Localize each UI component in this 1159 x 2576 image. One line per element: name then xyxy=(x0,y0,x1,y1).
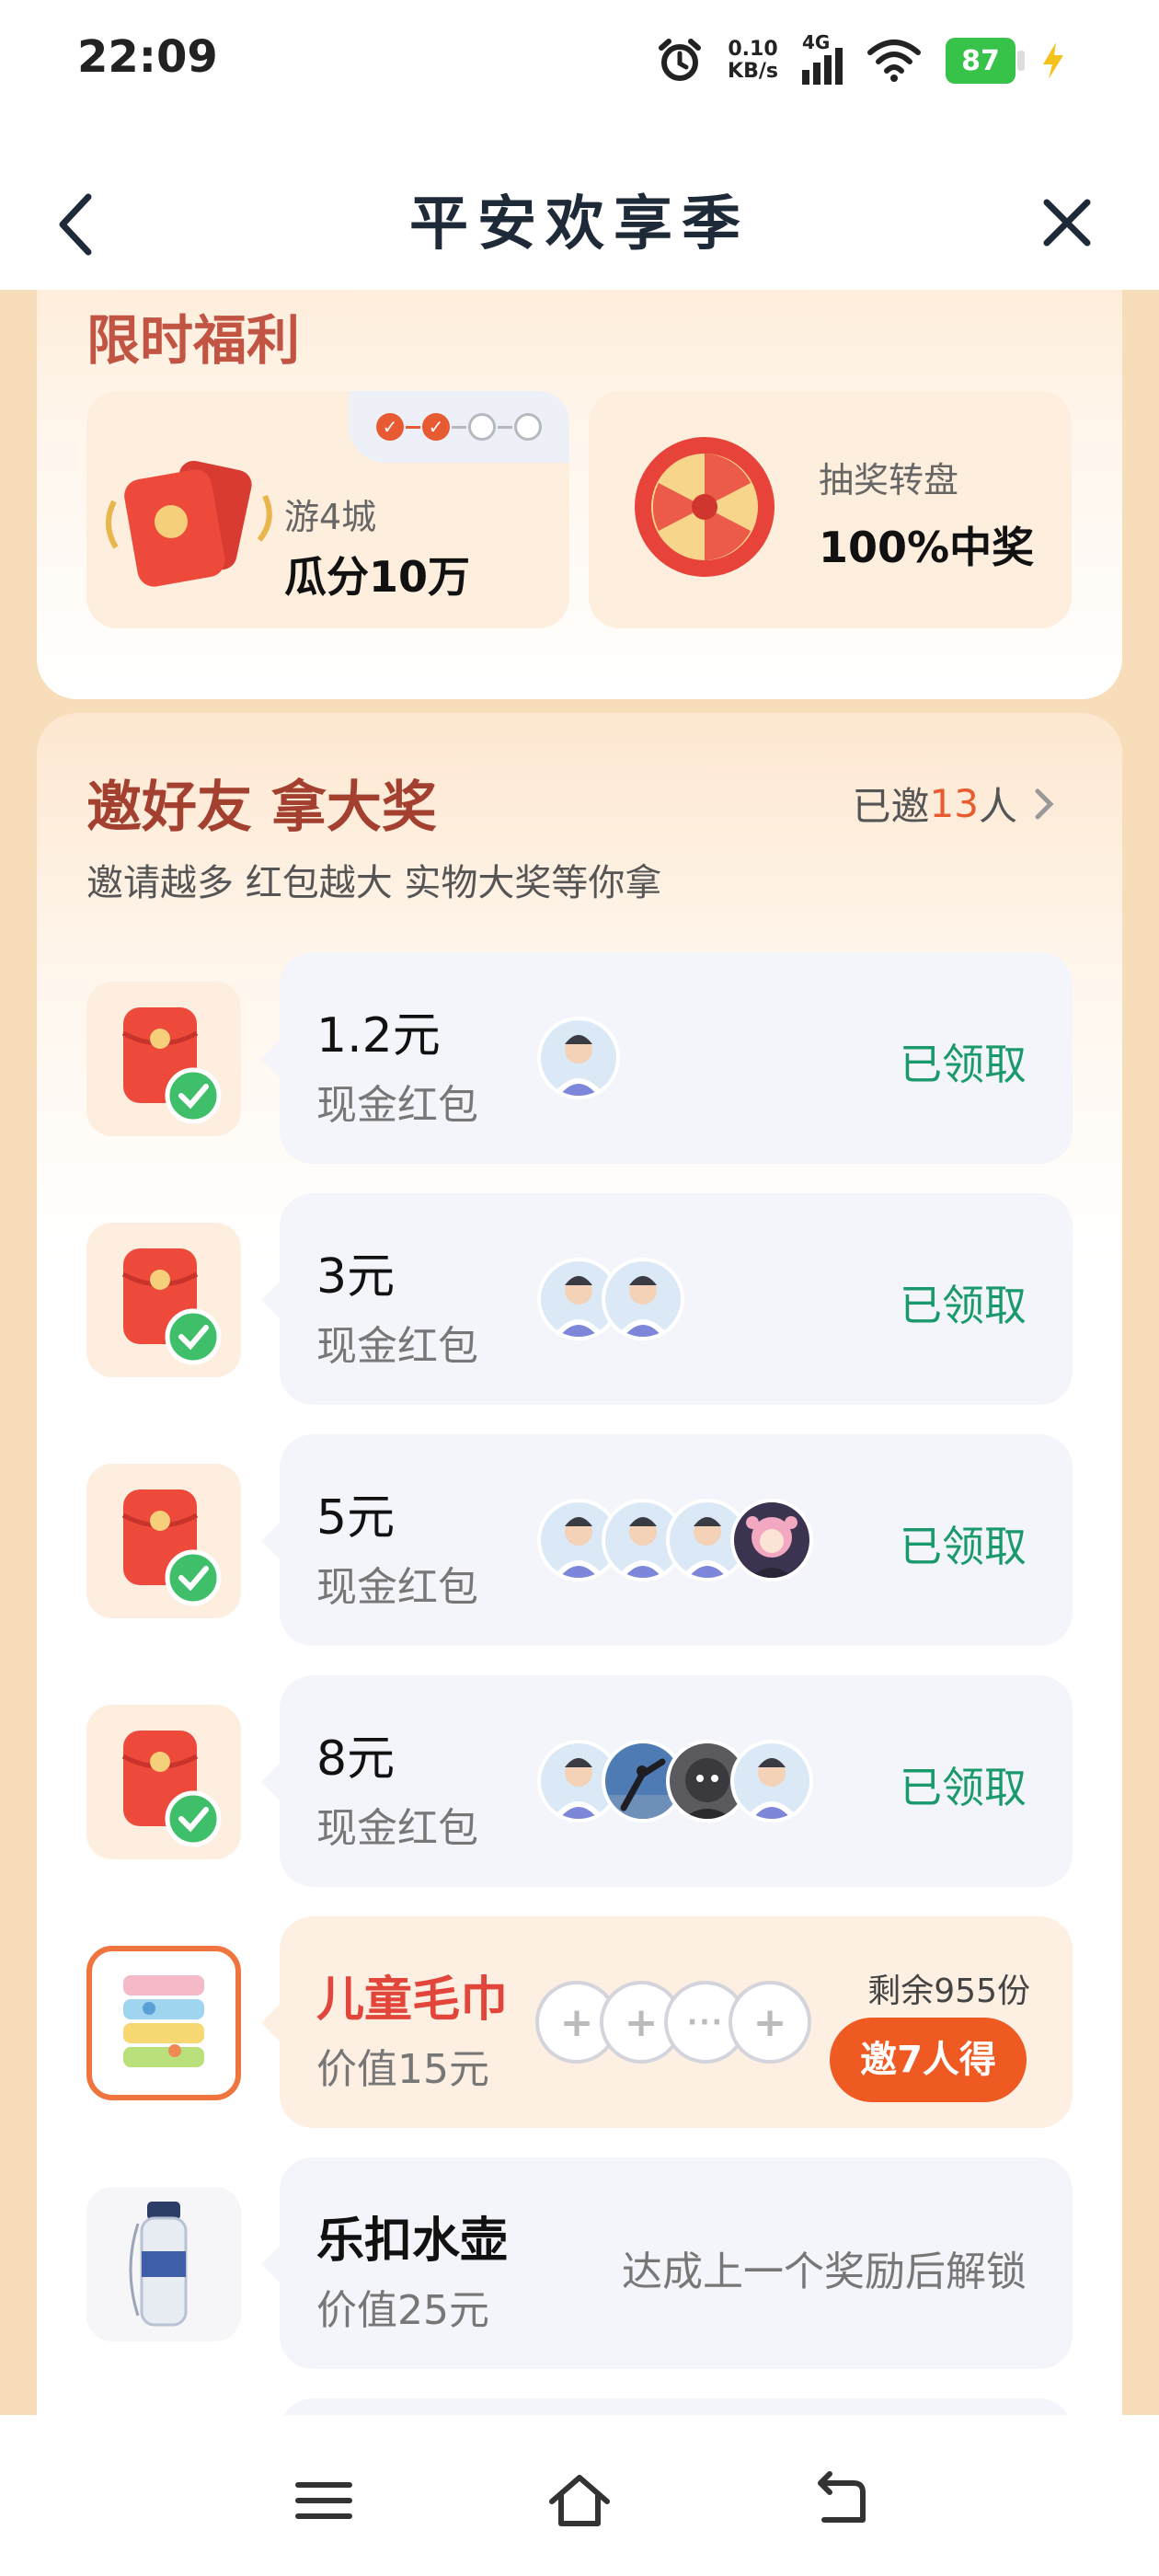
invitee-avatars xyxy=(537,1017,620,1101)
reward-amount: 8元 xyxy=(316,1731,396,1787)
towel-icon xyxy=(123,1975,204,2067)
reward-value: 价值15元 xyxy=(316,2046,489,2093)
city-progress: ✓ ✓ xyxy=(349,391,569,463)
invited-count-link[interactable]: 已邀 13 人 xyxy=(853,776,1058,832)
invited-prefix: 已邀 xyxy=(852,784,930,829)
limited-welfare-card: 限时福利 ✓ ✓ 游4城 瓜分10万 抽奖转盘 100%中奖 xyxy=(37,290,1122,699)
progress-dot-done: ✓ xyxy=(376,413,404,441)
progress-dot-empty xyxy=(514,413,542,441)
invite-friends-card: 邀好友 拿大奖 邀请越多 红包越大 实物大奖等你拿 已邀 13 人 1.2元 现… xyxy=(37,713,1122,2415)
invite-to-get-button[interactable]: 邀7人得 xyxy=(830,2018,1027,2102)
invited-suffix: 人 xyxy=(978,784,1017,829)
invited-number: 13 xyxy=(929,781,979,826)
alarm-icon xyxy=(659,39,702,81)
reward-row-partial[interactable] xyxy=(86,2398,1073,2415)
red-envelope-thumb xyxy=(86,1464,241,1618)
system-nav-bar xyxy=(0,2415,1159,2576)
invitee-avatars xyxy=(537,1740,813,1824)
avatar xyxy=(730,1740,813,1823)
battery-icon: 87 xyxy=(946,38,1025,84)
tour-cities-tile[interactable]: ✓ ✓ 游4城 瓜分10万 xyxy=(86,391,569,628)
battery-level: 87 xyxy=(961,44,1000,77)
reward-body: 儿童毛巾 价值15元 + + ··· + 剩余955份 邀7人得 xyxy=(261,1916,1073,2128)
claimed-status: 已领取 xyxy=(900,1281,1027,1330)
invitee-avatars xyxy=(537,1499,813,1583)
locked-hint: 达成上一个奖励后解锁 xyxy=(622,2248,1027,2295)
progress-dot-empty xyxy=(468,413,496,441)
charging-icon xyxy=(1043,42,1063,79)
signal-icon: 4G xyxy=(802,31,843,85)
close-icon[interactable] xyxy=(1038,193,1096,252)
avatar xyxy=(730,1499,813,1581)
reward-type: 现金红包 xyxy=(316,1564,478,1611)
header: 平安欢享季 xyxy=(0,120,1159,290)
bottle-thumb xyxy=(86,2187,241,2341)
reward-body: 1.2元 现金红包 已领取 xyxy=(261,952,1073,1164)
remaining-stock: 剩余955份 xyxy=(867,1972,1030,2010)
reward-amount: 1.2元 xyxy=(316,1008,441,1064)
reward-body: 8元 现金红包 已领取 xyxy=(261,1675,1073,1887)
reward-row[interactable]: 5元 现金红包 已领取 xyxy=(86,1434,1073,1646)
lottery-label: 抽奖转盘 xyxy=(819,460,959,500)
reward-amount: 3元 xyxy=(316,1249,396,1305)
claimed-status: 已领取 xyxy=(900,1763,1027,1812)
red-envelope-icon xyxy=(106,460,272,587)
reward-name: 儿童毛巾 xyxy=(316,1972,509,2028)
status-time: 22:09 xyxy=(77,31,218,83)
wifi-icon xyxy=(867,40,921,82)
red-envelope-claimed-icon xyxy=(121,1248,222,1365)
red-envelope-claimed-icon xyxy=(121,1731,222,1847)
avatar xyxy=(537,1017,620,1099)
reward-body: 乐扣水壶 价值25元 达成上一个奖励后解锁 xyxy=(261,2157,1073,2369)
invite-placeholders: + + ··· + xyxy=(535,1981,811,2065)
red-envelope-claimed-icon xyxy=(121,1007,222,1124)
reward-type: 现金红包 xyxy=(316,1805,478,1852)
page-title: 平安欢享季 xyxy=(409,190,750,259)
reward-type: 现金红包 xyxy=(316,1323,478,1370)
reward-amount: 5元 xyxy=(316,1490,396,1546)
reward-name: 乐扣水壶 xyxy=(316,2214,509,2269)
invite-subtitle: 邀请越多 红包越大 实物大奖等你拿 xyxy=(86,862,662,904)
lottery-wheel-tile[interactable]: 抽奖转盘 100%中奖 xyxy=(589,391,1072,628)
water-bottle-icon xyxy=(129,2202,188,2327)
red-envelope-thumb xyxy=(86,1705,241,1859)
reward-type: 现金红包 xyxy=(316,1082,478,1129)
red-envelope-claimed-icon xyxy=(121,1489,222,1606)
lottery-value: 100%中奖 xyxy=(819,523,1035,572)
status-icons: 0.10 KB/s 4G 87 xyxy=(656,31,1067,88)
invite-title: 邀好友 拿大奖 xyxy=(86,776,437,840)
reward-row[interactable]: 8元 现金红包 已领取 xyxy=(86,1675,1073,1887)
net-speed: 0.10 KB/s xyxy=(728,39,778,83)
reward-row[interactable]: 1.2元 现金红包 已领取 xyxy=(86,952,1073,1164)
reward-body: 3元 现金红包 已领取 xyxy=(261,1193,1073,1405)
reward-row-bottle[interactable]: 乐扣水壶 价值25元 达成上一个奖励后解锁 xyxy=(86,2157,1073,2369)
invitee-avatars xyxy=(537,1258,684,1342)
reward-row-towel[interactable]: 儿童毛巾 价值15元 + + ··· + 剩余955份 邀7人得 xyxy=(86,1916,1073,2128)
reward-row[interactable]: 3元 现金红包 已领取 xyxy=(86,1193,1073,1405)
reward-body: 5元 现金红包 已领取 xyxy=(261,1434,1073,1646)
page-content[interactable]: 限时福利 ✓ ✓ 游4城 瓜分10万 抽奖转盘 100%中奖 邀好友 拿大奖 邀… xyxy=(0,290,1159,2415)
network-type: 4G xyxy=(802,31,831,53)
towel-thumb xyxy=(86,1946,241,2100)
tour-cities-label: 游4城 xyxy=(284,497,377,537)
home-icon[interactable] xyxy=(543,2468,616,2533)
red-envelope-thumb xyxy=(86,1223,241,1377)
tour-cities-value: 瓜分10万 xyxy=(284,552,471,602)
net-speed-unit: KB/s xyxy=(728,60,778,83)
avatar xyxy=(602,1258,684,1340)
plus-icon: + xyxy=(729,1981,811,2064)
claimed-status: 已领取 xyxy=(900,1040,1027,1089)
reward-body xyxy=(280,2398,1073,2415)
red-envelope-thumb xyxy=(86,982,241,1136)
status-bar: 22:09 0.10 KB/s 4G 87 xyxy=(0,0,1159,120)
back-nav-icon[interactable] xyxy=(802,2468,876,2533)
lottery-wheel-icon xyxy=(635,437,775,577)
welfare-title: 限时福利 xyxy=(86,309,301,372)
reward-value: 价值25元 xyxy=(316,2287,489,2334)
claimed-status: 已领取 xyxy=(900,1522,1027,1571)
menu-icon[interactable] xyxy=(287,2468,361,2533)
chevron-right-icon xyxy=(1035,788,1054,819)
progress-dot-done: ✓ xyxy=(422,413,450,441)
net-speed-value: 0.10 xyxy=(728,38,778,61)
